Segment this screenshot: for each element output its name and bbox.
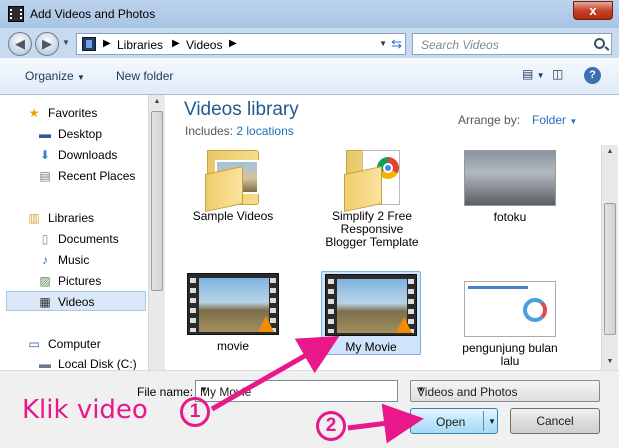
content-scroll-thumb[interactable] — [604, 203, 616, 335]
preview-pane-icon[interactable]: ◫ — [552, 67, 563, 81]
nav-item-downloads[interactable]: ⬇ Downloads — [0, 145, 148, 165]
music-icon: ♪ — [42, 253, 48, 267]
chevron-down-icon: ▼ — [77, 73, 85, 82]
help-icon[interactable]: ? — [584, 67, 601, 84]
chevron-right-icon[interactable]: ▶ — [103, 38, 111, 49]
recent-places-icon: ▤ — [39, 169, 51, 183]
window-title: Add Videos and Photos — [30, 7, 156, 21]
film-strip-icon — [8, 6, 24, 22]
scroll-up-icon[interactable]: ▲ — [149, 95, 165, 109]
chevron-right-icon[interactable]: ▶ — [172, 38, 180, 49]
folder-icon — [201, 150, 265, 213]
desktop-icon: ▬ — [39, 127, 51, 141]
scroll-down-icon[interactable]: ▼ — [602, 355, 618, 369]
nav-scroll-thumb[interactable] — [151, 111, 163, 291]
file-list-pane: Videos library Includes: 2 locations Arr… — [166, 95, 619, 370]
library-title: Videos library — [184, 99, 299, 120]
search-placeholder: Search Videos — [421, 38, 499, 52]
video-thumbnail — [325, 274, 417, 336]
forward-button[interactable]: ▶ — [35, 32, 59, 56]
photo-thumbnail — [464, 150, 556, 206]
nav-item-music[interactable]: ♪ Music — [0, 250, 148, 270]
refresh-icon[interactable]: ⇆ — [391, 36, 402, 52]
nav-item-computer[interactable]: ▭ Computer — [0, 334, 148, 354]
webpage-thumbnail — [464, 281, 556, 337]
chevron-down-icon[interactable]: ▼ — [200, 385, 393, 394]
annotation-step-2: 2 — [316, 411, 346, 441]
organize-button[interactable]: Organize ▼ — [25, 69, 85, 83]
locations-link[interactable]: 2 locations — [236, 124, 293, 138]
address-bar[interactable]: ▶ Libraries ▶ Videos ▶ ▼ ⇆ — [76, 33, 406, 55]
nav-item-favorites[interactable]: ★ Favorites — [0, 103, 148, 123]
new-folder-button[interactable]: New folder — [116, 69, 173, 83]
open-button[interactable]: Open ▼ — [410, 408, 498, 434]
vlc-cone-icon — [258, 316, 274, 332]
file-type-select[interactable]: Videos and Photos ▼ — [410, 380, 600, 402]
close-button[interactable]: x — [573, 1, 613, 20]
breadcrumb-videos[interactable]: Videos — [186, 38, 222, 52]
history-dropdown-icon[interactable]: ▼ — [62, 38, 70, 47]
navigation-pane: ★ Favorites ▬ Desktop ⬇ Downloads ▤ Rece… — [0, 95, 165, 371]
file-tile-pengunjung[interactable]: pengunjung bulan lalu — [460, 281, 560, 368]
star-icon: ★ — [28, 106, 40, 120]
scroll-up-icon[interactable]: ▲ — [602, 145, 618, 159]
content-scrollbar[interactable]: ▲ ▼ — [601, 145, 618, 370]
chevron-right-icon[interactable]: ▶ — [229, 38, 237, 49]
vlc-cone-icon — [396, 317, 412, 333]
address-dropdown-icon[interactable]: ▼ — [379, 39, 387, 48]
file-tile-movie[interactable]: movie — [183, 273, 283, 353]
cancel-button[interactable]: Cancel — [510, 408, 600, 434]
file-tile-simplify-template[interactable]: Simplify 2 Free Responsive Blogger Templ… — [322, 150, 422, 249]
forward-arrow-icon: ▶ — [42, 36, 52, 51]
navigation-bar: ◀ ▶ ▼ ▶ Libraries ▶ Videos ▶ ▼ ⇆ Search … — [0, 28, 619, 58]
title-bar: Add Videos and Photos x — [0, 0, 619, 28]
videos-icon: ▦ — [39, 295, 51, 309]
file-tile-my-movie[interactable]: My Movie — [321, 271, 421, 355]
local-disk-icon: ▬ — [39, 357, 51, 371]
videos-folder-icon — [82, 37, 96, 51]
search-icon[interactable] — [594, 38, 605, 49]
annotation-text: Klik video — [22, 395, 148, 425]
video-thumbnail — [187, 273, 279, 335]
nav-item-libraries[interactable]: ▥ Libraries — [0, 208, 148, 228]
nav-scrollbar[interactable]: ▲ — [148, 95, 165, 370]
computer-icon: ▭ — [28, 337, 40, 351]
pictures-icon: ▨ — [39, 274, 51, 288]
open-options-dropdown-icon[interactable]: ▼ — [488, 417, 496, 426]
chevron-down-icon: ▼ — [569, 117, 578, 126]
nav-item-pictures[interactable]: ▨ Pictures — [0, 271, 148, 291]
nav-item-recent-places[interactable]: ▤ Recent Places — [0, 166, 148, 186]
breadcrumb-libraries[interactable]: Libraries — [117, 38, 163, 52]
arrange-by-label: Arrange by: — [458, 113, 521, 127]
documents-icon: ▯ — [41, 232, 49, 246]
chevron-down-icon: ▼ — [417, 385, 425, 394]
chrome-folder-icon — [340, 150, 404, 213]
file-tile-sample-videos[interactable]: Sample Videos — [183, 150, 283, 223]
back-arrow-icon: ◀ — [15, 36, 25, 51]
libraries-icon: ▥ — [28, 211, 40, 225]
nav-item-videos[interactable]: ▦ Videos — [6, 291, 146, 311]
command-toolbar: Organize ▼ New folder ▤ ▼ ◫ ? — [0, 58, 619, 95]
arrange-by-dropdown[interactable]: Folder ▼ — [532, 113, 577, 127]
library-includes: Includes: 2 locations — [185, 124, 294, 138]
annotation-step-1: 1 — [180, 397, 210, 427]
file-tile-fotoku[interactable]: fotoku — [460, 150, 560, 224]
downloads-icon: ⬇ — [39, 148, 51, 162]
nav-item-desktop[interactable]: ▬ Desktop — [0, 124, 148, 144]
file-name-input[interactable]: My Movie ▼ — [195, 380, 398, 402]
nav-item-documents[interactable]: ▯ Documents — [0, 229, 148, 249]
change-view-icon[interactable]: ▤ ▼ — [522, 67, 545, 81]
back-button[interactable]: ◀ — [8, 32, 32, 56]
search-input[interactable]: Search Videos — [412, 33, 612, 55]
